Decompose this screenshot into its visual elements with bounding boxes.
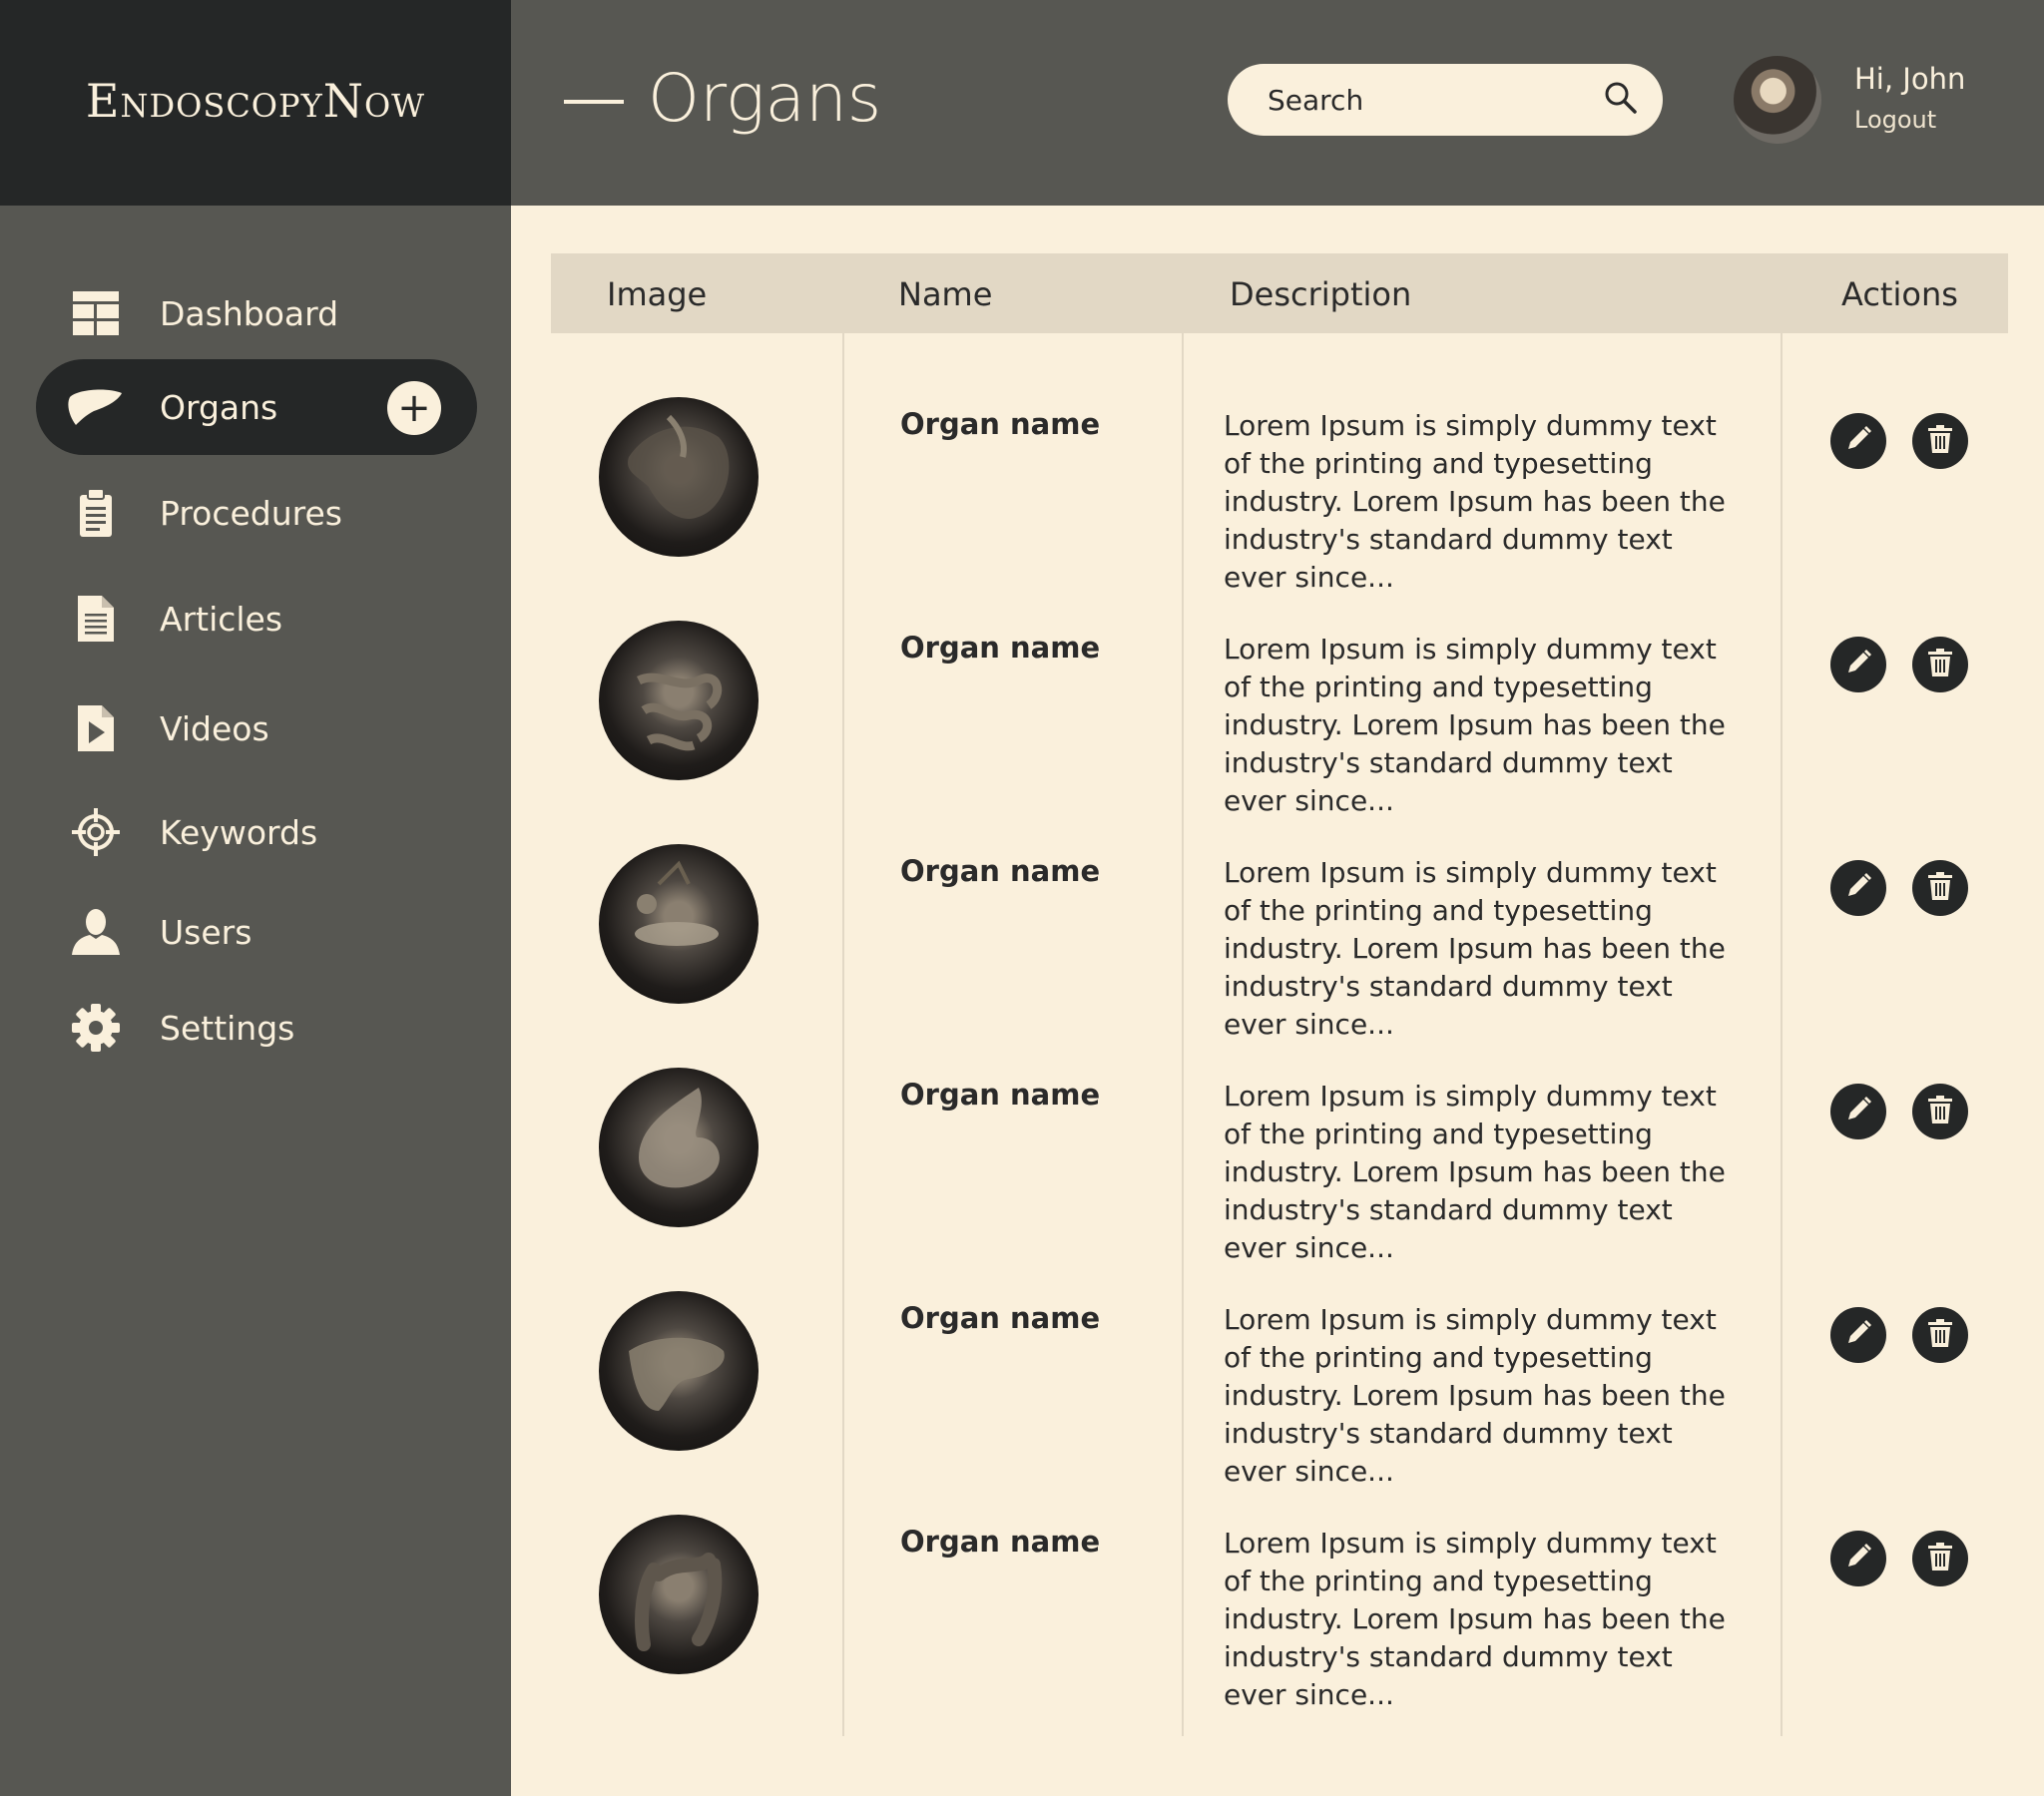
pencil-icon [1844, 872, 1872, 904]
table-header: Image Name Description Actions [551, 253, 2008, 333]
sidebar-item-label: Procedures [160, 493, 342, 533]
organ-name: Organ name [900, 1078, 1101, 1112]
trash-icon [1928, 872, 1952, 904]
organ-thumbnail[interactable] [599, 397, 759, 557]
crosshair-icon [68, 804, 124, 860]
organ-description: Lorem Ipsum is simply dummy text of the … [1224, 1527, 1726, 1711]
sidebar-item-label: Videos [160, 708, 269, 748]
edit-button[interactable] [1830, 1084, 1886, 1139]
user-menu: Hi, John Logout [1854, 62, 1965, 134]
table-row: Organ name Lorem Ipsum is simply dummy t… [551, 780, 2008, 1041]
title-dash [564, 99, 624, 104]
table-row: Organ name Lorem Ipsum is simply dummy t… [551, 333, 2008, 594]
sidebar-item-label: Articles [160, 599, 283, 639]
trash-icon [1928, 1543, 1952, 1574]
table-row: Organ name Lorem Ipsum is simply dummy t… [551, 557, 2008, 817]
delete-button[interactable] [1912, 1084, 1968, 1139]
page-title: Organs [564, 60, 881, 137]
add-organ-button[interactable]: + [387, 381, 441, 435]
edit-button[interactable] [1830, 860, 1886, 916]
trash-icon [1928, 1319, 1952, 1351]
video-file-icon [68, 700, 124, 756]
organ-name: Organ name [900, 631, 1101, 665]
edit-button[interactable] [1830, 1307, 1886, 1363]
pencil-icon [1844, 1543, 1872, 1574]
sidebar-item-label: Users [160, 912, 253, 952]
pencil-icon [1844, 1096, 1872, 1127]
column-header-description[interactable]: Description [1230, 275, 1411, 313]
top-bar: Organs Hi, John Logout [511, 0, 2044, 206]
sidebar-item-articles[interactable]: Articles [36, 571, 477, 667]
table-row: Organ name Lorem Ipsum is simply dummy t… [551, 1004, 2008, 1264]
page-title-text: Organs [648, 60, 882, 137]
organ-thumbnail[interactable] [599, 1515, 759, 1674]
sidebar: Dashboard Organs + Procedures Articles V… [0, 206, 511, 1796]
sidebar-item-settings[interactable]: Settings [36, 980, 477, 1076]
sidebar-item-users[interactable]: Users [36, 884, 477, 980]
organ-name: Organ name [900, 1525, 1101, 1559]
sidebar-item-dashboard[interactable]: Dashboard [36, 265, 477, 361]
column-header-name[interactable]: Name [898, 275, 992, 313]
delete-button[interactable] [1912, 637, 1968, 692]
edit-button[interactable] [1830, 413, 1886, 469]
search-icon[interactable] [1603, 80, 1639, 120]
liver-icon [68, 379, 124, 435]
pencil-icon [1844, 649, 1872, 680]
sidebar-item-label: Dashboard [160, 293, 339, 333]
edit-button[interactable] [1830, 1531, 1886, 1586]
delete-button[interactable] [1912, 1307, 1968, 1363]
document-icon [68, 591, 124, 647]
trash-icon [1928, 425, 1952, 457]
user-greeting: Hi, John [1854, 62, 1966, 96]
table-row: Organ name Lorem Ipsum is simply dummy t… [551, 1227, 2008, 1488]
organ-name: Organ name [900, 854, 1101, 888]
pencil-icon [1844, 1319, 1872, 1351]
sidebar-item-label: Keywords [160, 812, 318, 852]
pencil-icon [1844, 425, 1872, 457]
delete-button[interactable] [1912, 860, 1968, 916]
sidebar-item-keywords[interactable]: Keywords [36, 784, 477, 880]
dashboard-grid-icon [68, 285, 124, 341]
delete-button[interactable] [1912, 413, 1968, 469]
organ-thumbnail[interactable] [599, 1291, 759, 1451]
delete-button[interactable] [1912, 1531, 1968, 1586]
sidebar-item-label: Settings [160, 1008, 295, 1048]
sidebar-item-videos[interactable]: Videos [36, 680, 477, 776]
organ-thumbnail[interactable] [599, 621, 759, 780]
trash-icon [1928, 649, 1952, 680]
logout-link[interactable]: Logout [1854, 106, 1965, 134]
column-header-actions: Actions [1841, 275, 1958, 313]
search-bar[interactable] [1228, 64, 1663, 136]
trash-icon [1928, 1096, 1952, 1127]
organ-name: Organ name [900, 407, 1101, 441]
logo-area[interactable]: EndoscopyNow [0, 0, 511, 206]
table-row: Organ name Lorem Ipsum is simply dummy t… [551, 1451, 2008, 1711]
organ-thumbnail[interactable] [599, 1068, 759, 1227]
sidebar-item-procedures[interactable]: Procedures [36, 465, 477, 561]
avatar[interactable] [1734, 56, 1821, 144]
organ-thumbnail[interactable] [599, 844, 759, 1004]
brand-logo[interactable]: EndoscopyNow [86, 74, 425, 128]
clipboard-icon [68, 485, 124, 541]
column-header-image[interactable]: Image [607, 275, 707, 313]
user-icon [68, 904, 124, 960]
organ-name: Organ name [900, 1301, 1101, 1335]
gear-icon [68, 1000, 124, 1056]
sidebar-item-organs[interactable]: Organs + [36, 359, 477, 455]
search-input[interactable] [1266, 82, 1589, 118]
edit-button[interactable] [1830, 637, 1886, 692]
sidebar-item-label: Organs [160, 387, 278, 427]
